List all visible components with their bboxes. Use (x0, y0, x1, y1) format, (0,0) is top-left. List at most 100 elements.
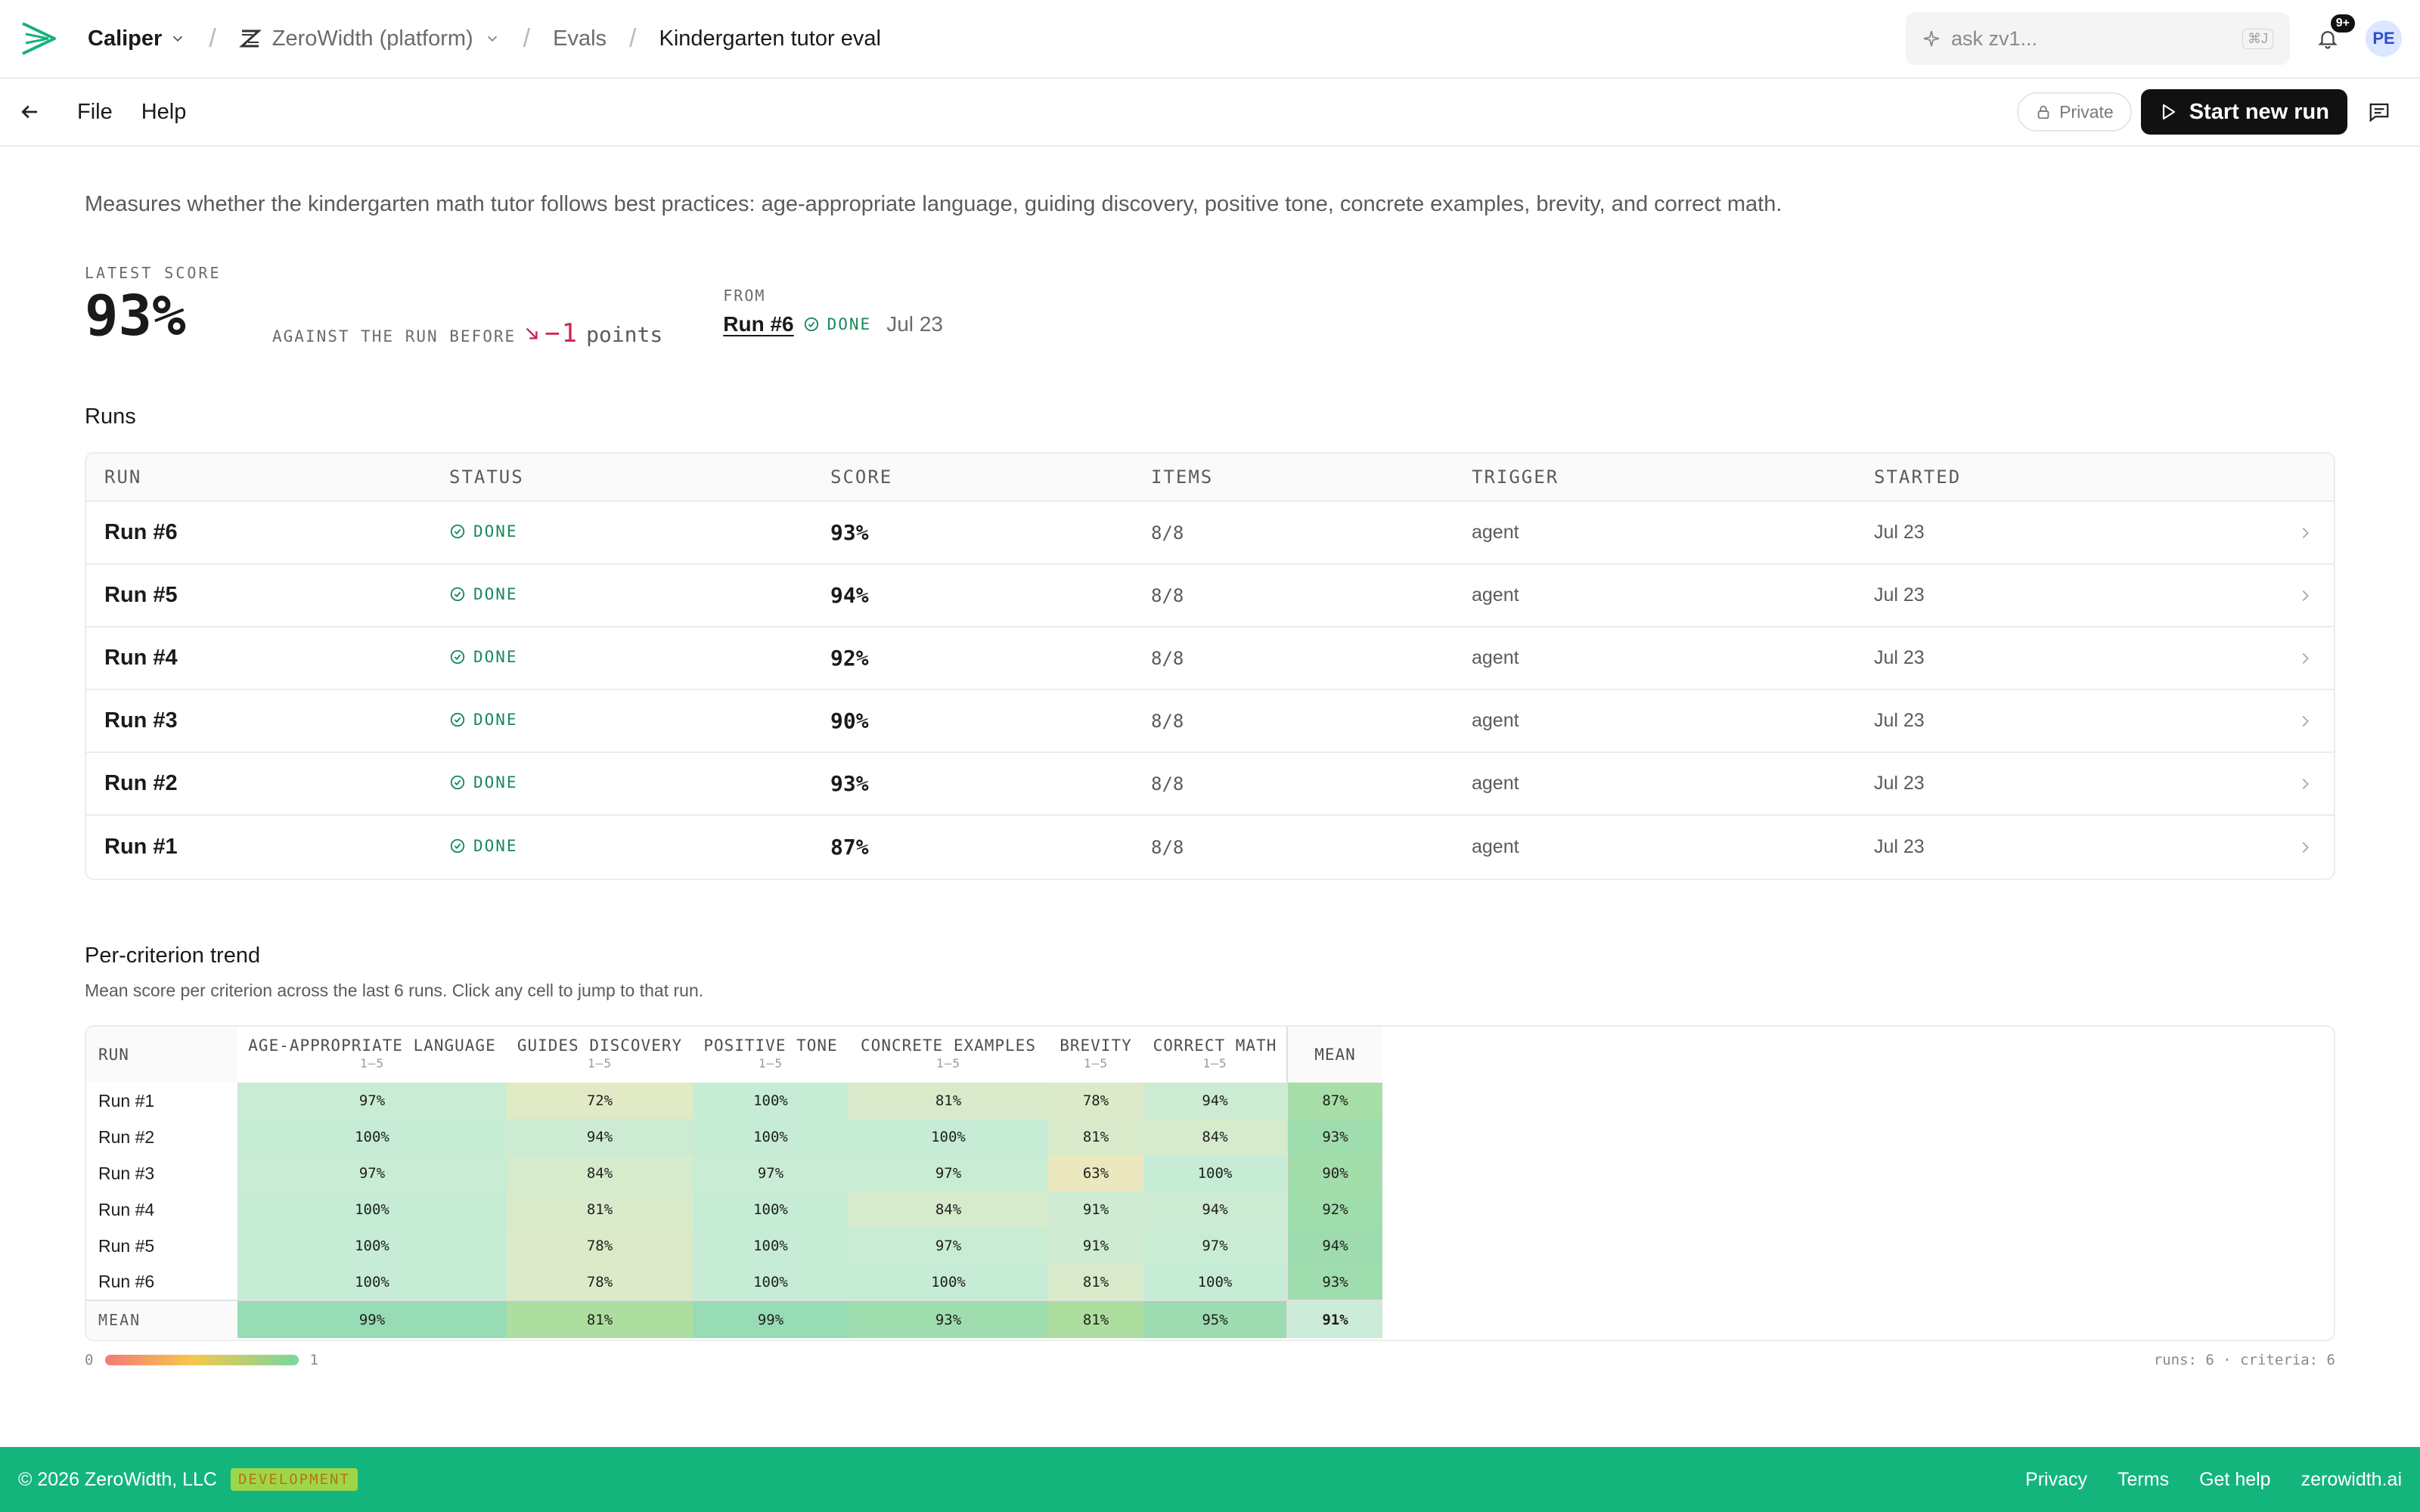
heatmap-cell[interactable]: 97% (1143, 1228, 1287, 1264)
back-arrow-icon[interactable] (18, 97, 48, 127)
table-row[interactable]: Run #6 DONE 93% 8/8 agent Jul 23 (86, 502, 2334, 565)
heatmap-cell[interactable]: 100% (693, 1264, 849, 1300)
heatmap-cell[interactable]: 91% (1048, 1191, 1143, 1228)
heatmap-cell[interactable]: 100% (237, 1228, 507, 1264)
heatmap-cell[interactable]: 84% (507, 1155, 693, 1191)
heatmap-cell[interactable]: 97% (849, 1228, 1048, 1264)
table-row[interactable]: Run #4 DONE 92% 8/8 agent Jul 23 (86, 627, 2334, 690)
app-switcher[interactable]: Caliper (88, 26, 186, 51)
heatmap-cell[interactable]: 81% (1048, 1119, 1143, 1155)
run-items: 8/8 (1151, 773, 1184, 795)
criterion-name: GUIDES DISCOVERY (517, 1036, 683, 1055)
heatmap-cell[interactable]: 100% (693, 1083, 849, 1119)
table-row[interactable]: Run #1 DONE 87% 8/8 agent Jul 23 (86, 816, 2334, 878)
heatmap-cell[interactable]: 97% (237, 1083, 507, 1119)
criterion-header: AGE-APPROPRIATE LANGUAGE 1–5 (237, 1027, 507, 1083)
check-circle-icon (450, 524, 465, 538)
col-status: STATUS (449, 466, 524, 488)
latest-score-label: LATEST SCORE (85, 264, 222, 282)
chevron-right-icon (2282, 525, 2328, 541)
heatmap-run-label[interactable]: Run #2 (86, 1119, 237, 1155)
status-badge: DONE (803, 315, 872, 333)
heatmap-cell[interactable]: 84% (849, 1191, 1048, 1228)
breadcrumb-evals[interactable]: Evals (553, 26, 607, 51)
heatmap-cell[interactable]: 100% (237, 1119, 507, 1155)
chevron-right-icon (2282, 839, 2328, 856)
heatmap-cell[interactable]: 100% (237, 1191, 507, 1228)
heatmap-cell[interactable]: 91% (1048, 1228, 1143, 1264)
heatmap-cell[interactable]: 78% (1048, 1083, 1143, 1119)
table-row[interactable]: Run #3 DONE 90% 8/8 agent Jul 23 (86, 690, 2334, 753)
status-cell: DONE (449, 709, 830, 733)
footer-link[interactable]: Terms (2118, 1469, 2169, 1491)
heatmap-cell[interactable]: 78% (507, 1228, 693, 1264)
heatmap-cell[interactable]: 100% (693, 1228, 849, 1264)
heatmap-cell[interactable]: 72% (507, 1083, 693, 1119)
heatmap-run-label[interactable]: Run #1 (86, 1083, 237, 1119)
run-name: Run #6 (104, 520, 178, 544)
heatmap-cell[interactable]: 100% (1143, 1264, 1287, 1300)
breadcrumb-current: Kindergarten tutor eval (659, 26, 881, 51)
visibility-toggle[interactable]: Private (2017, 92, 2132, 132)
heatmap-cell[interactable]: 100% (849, 1264, 1048, 1300)
footer-link[interactable]: Get help (2199, 1469, 2271, 1491)
run-started: Jul 23 (1874, 584, 1925, 606)
heatmap-cell[interactable]: 100% (693, 1119, 849, 1155)
score-summary: LATEST SCORE 93% AGAINST THE RUN BEFORE … (85, 264, 2335, 355)
start-new-run-button[interactable]: Start new run (2140, 89, 2347, 135)
trend-subtitle: Mean score per criterion across the last… (85, 981, 704, 1000)
status-label: DONE (473, 773, 518, 792)
heatmap-run-label[interactable]: Run #3 (86, 1155, 237, 1191)
heatmap-cell[interactable]: 97% (237, 1155, 507, 1191)
heatmap-cell[interactable]: 63% (1048, 1155, 1143, 1191)
heatmap-cell[interactable]: 84% (1143, 1119, 1287, 1155)
heatmap-cell[interactable]: 94% (1143, 1083, 1287, 1119)
run-score: 87% (830, 835, 869, 860)
chevron-down-icon (487, 36, 497, 42)
heatmap-cell[interactable]: 81% (1048, 1264, 1143, 1300)
heatmap-cell[interactable]: 100% (237, 1264, 507, 1300)
org-switcher[interactable]: ZeroWidth (platform) (238, 26, 501, 51)
heatmap-cell[interactable]: 78% (507, 1264, 693, 1300)
comments-icon[interactable] (2356, 89, 2402, 135)
col-score: SCORE (830, 466, 893, 488)
latest-score: LATEST SCORE 93% (85, 264, 272, 350)
caliper-logo-icon[interactable] (18, 17, 60, 60)
avatar[interactable]: PE (2366, 20, 2402, 57)
heatmap-cell[interactable]: 81% (507, 1191, 693, 1228)
footer: © 2026 ZeroWidth, LLC DEVELOPMENT Privac… (0, 1447, 2420, 1512)
chevron-right-icon (2282, 713, 2328, 730)
criterion-scale: 1–5 (936, 1056, 960, 1070)
from-run-link[interactable]: Run #6 (723, 312, 793, 336)
run-score: 92% (830, 646, 869, 671)
footer-link[interactable]: Privacy (2025, 1469, 2087, 1491)
table-row[interactable]: Run #5 DONE 94% 8/8 agent Jul 23 (86, 565, 2334, 627)
chevron-down-icon (173, 36, 183, 42)
heatmap-cell[interactable]: 100% (693, 1191, 849, 1228)
footer-link[interactable]: zerowidth.ai (2301, 1469, 2402, 1491)
run-trigger: agent (1472, 836, 1519, 857)
menu-help[interactable]: Help (141, 100, 187, 125)
search-input[interactable]: ask zv1... ⌘J (1906, 12, 2290, 65)
heatmap-cell[interactable]: 97% (693, 1155, 849, 1191)
criterion-header: CORRECT MATH 1–5 (1143, 1027, 1287, 1083)
notifications-button[interactable]: 9+ (2311, 13, 2356, 55)
heatmap-cell[interactable]: 81% (849, 1083, 1048, 1119)
heatmap-run-label[interactable]: Run #5 (86, 1228, 237, 1264)
heatmap-cell[interactable]: 94% (1143, 1191, 1287, 1228)
runs-table: RUN STATUS SCORE ITEMS TRIGGER STARTED R… (85, 452, 2335, 880)
heatmap-cell[interactable]: 100% (849, 1119, 1048, 1155)
heatmap-run-label[interactable]: Run #4 (86, 1191, 237, 1228)
heatmap-row: Run #3 97% 84% 97% 97% 63% 100% 90% (86, 1155, 1382, 1191)
status-label: DONE (473, 647, 518, 666)
table-row[interactable]: Run #2 DONE 93% 8/8 agent Jul 23 (86, 753, 2334, 816)
run-started: Jul 23 (1874, 710, 1925, 731)
heatmap-run-label[interactable]: Run #6 (86, 1264, 237, 1300)
criterion-scale: 1–5 (1084, 1056, 1108, 1070)
heatmap-cell[interactable]: 100% (1143, 1155, 1287, 1191)
run-name: Run #3 (104, 708, 178, 733)
check-circle-icon (450, 775, 465, 789)
menu-file[interactable]: File (77, 100, 113, 125)
heatmap-cell[interactable]: 94% (507, 1119, 693, 1155)
heatmap-cell[interactable]: 97% (849, 1155, 1048, 1191)
